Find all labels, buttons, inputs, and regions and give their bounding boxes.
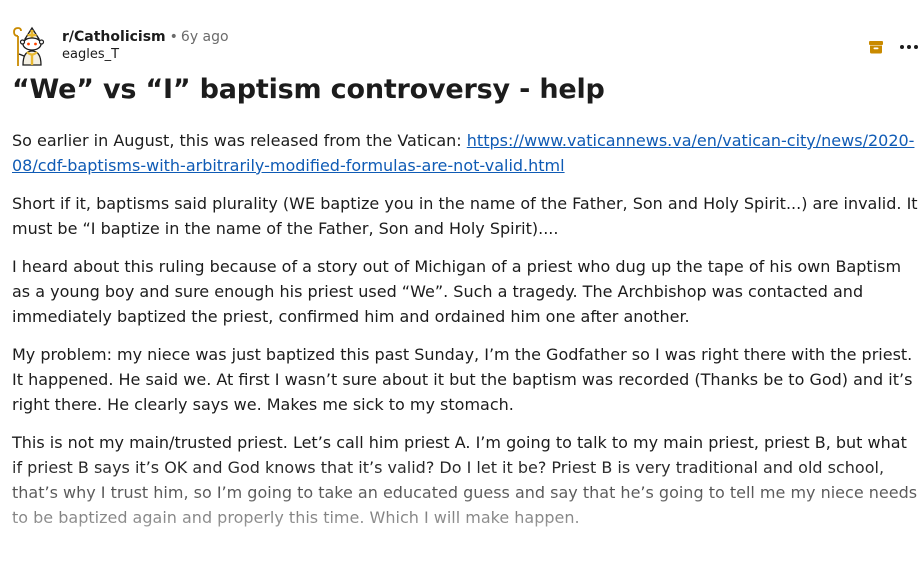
author-link[interactable]: eagles_T (62, 46, 229, 64)
pope-snoo-avatar-icon[interactable] (10, 24, 54, 68)
paragraph-3: I heard about this ruling because of a s… (12, 257, 902, 326)
paragraph-2: Short if it, baptisms said plurality (WE… (12, 194, 918, 238)
archive-box-icon (869, 41, 883, 54)
post-actions (865, 38, 923, 58)
post-age: 6y ago (180, 29, 229, 45)
post-body: So earlier in August, this was released … (12, 128, 920, 543)
more-options-icon[interactable] (899, 39, 919, 55)
meta-separator: • (169, 29, 178, 45)
paragraph-1: So earlier in August, this was released … (12, 128, 920, 178)
post-header: r/Catholicism • 6y ago eagles_T (10, 24, 923, 68)
paragraph-4: My problem: my niece was just baptized t… (12, 345, 913, 414)
post-meta-top: r/Catholicism • 6y ago (62, 28, 229, 46)
subreddit-link[interactable]: r/Catholicism (62, 29, 166, 45)
post-meta: r/Catholicism • 6y ago eagles_T (62, 28, 229, 64)
post-title: “We” vs “I” baptism controversy - help (12, 74, 605, 105)
paragraph-1-text: So earlier in August, this was released … (12, 131, 467, 150)
paragraph-5: This is not my main/trusted priest. Let’… (12, 433, 918, 527)
